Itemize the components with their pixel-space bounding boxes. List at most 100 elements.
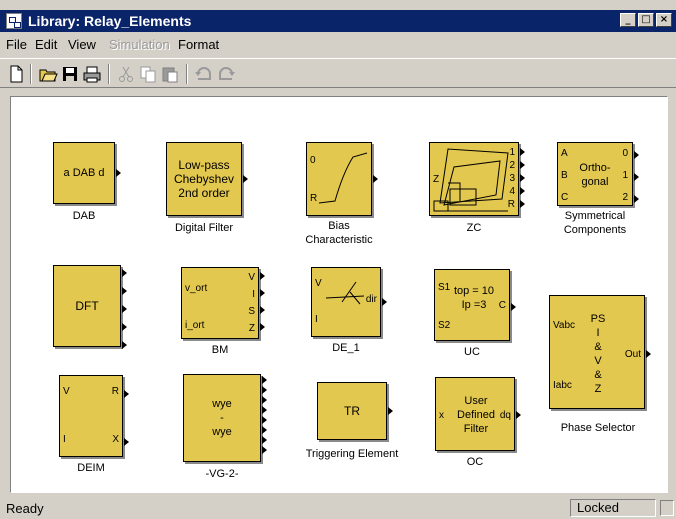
port-label: Z [248, 323, 255, 334]
block-label-deim[interactable]: DEIM [59, 461, 123, 475]
paste-icon[interactable] [160, 64, 180, 84]
maximize-button[interactable]: □ [638, 13, 654, 27]
port-label: C [498, 300, 506, 311]
port-label: 1 [509, 147, 515, 158]
block-oc[interactable]: x User Defined Filter dq [435, 377, 515, 451]
block-dft[interactable]: DFT [53, 265, 121, 347]
cut-icon[interactable] [116, 64, 136, 84]
block-label-symmetrical[interactable]: Symmetrical Components [539, 209, 651, 237]
port-out-arrow [262, 446, 267, 454]
port-out-arrow [116, 169, 121, 177]
block-bm[interactable]: v_ort i_ort V I S Z [181, 267, 259, 339]
block-dab[interactable]: a DAB d [53, 142, 115, 204]
toolbar-separator [186, 64, 188, 84]
block-deim[interactable]: V I R X [59, 375, 123, 457]
port-label: S2 [438, 320, 451, 331]
port-label: I [63, 434, 66, 445]
port-label: Vabc [553, 320, 576, 331]
port-out-arrow [634, 173, 639, 181]
port-out-arrow [382, 298, 387, 306]
new-icon[interactable] [6, 64, 26, 84]
port-label: dq [499, 410, 511, 421]
print-icon[interactable] [82, 64, 102, 84]
redo-icon[interactable] [216, 64, 236, 84]
port-label: R [507, 199, 515, 210]
symmetrical-text: Ortho- gonal [579, 162, 611, 188]
port-label: 1 [622, 170, 628, 181]
block-bias-characteristic[interactable]: 0 R [306, 142, 372, 216]
close-button[interactable]: × [656, 13, 672, 27]
block-tr[interactable]: TR [317, 382, 387, 440]
port-out-arrow [262, 386, 267, 394]
block-label-vg-2[interactable]: -VG-2- [183, 467, 261, 481]
status-text: Ready [6, 501, 44, 516]
menu-view[interactable]: View [68, 37, 96, 52]
bias-curve-icon [318, 152, 368, 204]
port-label: v_ort [185, 283, 208, 294]
port-out-arrow [262, 376, 267, 384]
model-canvas[interactable]: a DAB d DAB Low-pass Chebyshev 2nd order… [10, 96, 668, 493]
block-digital-filter[interactable]: Low-pass Chebyshev 2nd order [166, 142, 242, 216]
block-label-bm[interactable]: BM [181, 343, 259, 357]
block-label-de-1[interactable]: DE_1 [311, 341, 381, 355]
port-label: C [561, 192, 569, 203]
zc-zones-icon [433, 148, 509, 212]
oc-text: User Defined Filter [457, 395, 495, 435]
minimize-button[interactable]: _ [620, 13, 636, 27]
port-label: Out [624, 349, 641, 360]
port-out-arrow [520, 174, 525, 182]
simulink-library-window: Library: Relay_Elements _ □ × File Edit … [0, 0, 676, 519]
window-title: Library: Relay_Elements [28, 13, 192, 29]
block-phase-selector[interactable]: Vabc Iabc PS I & V & Z Out [549, 295, 645, 409]
block-de-1[interactable]: V I dir [311, 267, 381, 337]
toolbar-separator [108, 64, 110, 84]
port-label: 2 [622, 192, 628, 203]
menu-simulation[interactable]: Simulation [109, 37, 170, 52]
block-label-dab[interactable]: DAB [53, 209, 115, 223]
block-label-oc[interactable]: OC [435, 455, 515, 469]
toolbar-separator [30, 64, 32, 84]
port-out-arrow [262, 406, 267, 414]
locked-indicator: Locked [570, 499, 656, 517]
port-label: 3 [509, 173, 515, 184]
block-vg-2[interactable]: wye - wye [183, 374, 261, 462]
port-out-arrow [260, 289, 265, 297]
menu-file[interactable]: File [6, 37, 27, 52]
port-label: Iabc [553, 380, 572, 391]
port-out-arrow [511, 303, 516, 311]
resize-grip[interactable] [660, 500, 674, 516]
port-label: 2 [509, 160, 515, 171]
dft-text: DFT [75, 299, 99, 313]
menu-bar: File Edit View Simulation Format [0, 34, 676, 54]
menu-edit[interactable]: Edit [35, 37, 57, 52]
copy-icon[interactable] [138, 64, 158, 84]
save-icon[interactable] [60, 64, 80, 84]
port-label: B [561, 170, 568, 181]
block-label-zc[interactable]: ZC [429, 221, 519, 235]
tr-text: TR [344, 404, 360, 418]
block-label-phase-selector[interactable]: Phase Selector [539, 421, 657, 435]
port-label: R [111, 386, 119, 397]
status-bar: Ready Locked [0, 498, 676, 519]
block-symmetrical-components[interactable]: A B C Ortho- gonal 0 1 2 [557, 142, 633, 206]
menu-format[interactable]: Format [178, 37, 219, 52]
simulink-app-icon [6, 13, 22, 29]
port-out-arrow [520, 200, 525, 208]
port-out-arrow [124, 390, 129, 398]
port-out-arrow [122, 341, 127, 349]
vg-2-text: wye - wye [212, 398, 232, 438]
port-out-arrow [122, 323, 127, 331]
port-out-arrow [262, 436, 267, 444]
block-uc[interactable]: S1 S2 top = 10 Ip =3 C [434, 269, 510, 341]
block-label-bias[interactable]: Bias Characteristic [279, 219, 399, 247]
undo-icon[interactable] [194, 64, 214, 84]
block-zc[interactable]: Z 1 2 3 4 R [429, 142, 519, 216]
block-label-digital-filter[interactable]: Digital Filter [151, 221, 257, 235]
open-icon[interactable] [38, 64, 58, 84]
uc-text: top = 10 Ip =3 [453, 285, 495, 311]
port-label: X [112, 434, 119, 445]
block-label-uc[interactable]: UC [434, 345, 510, 359]
block-label-tr[interactable]: Triggering Element [293, 447, 411, 461]
port-label: dir [365, 294, 377, 305]
digital-filter-text: Low-pass Chebyshev 2nd order [173, 158, 235, 200]
